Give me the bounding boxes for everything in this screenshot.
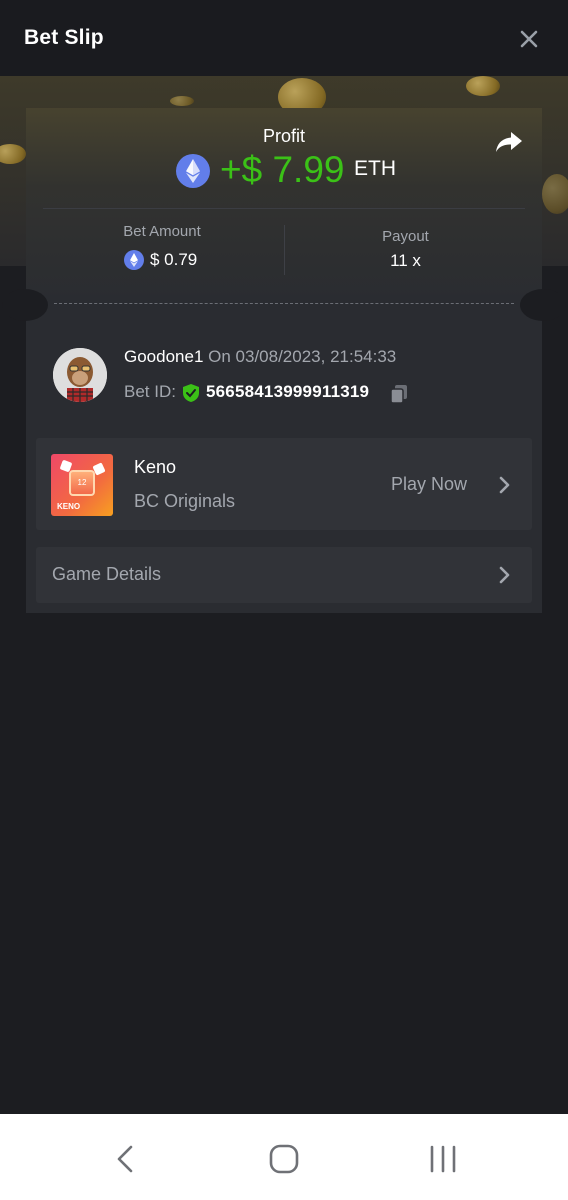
- divider: [43, 208, 525, 209]
- ticket-notch: [520, 289, 566, 321]
- payout-value: 11 x: [390, 251, 421, 270]
- game-details-label: Game Details: [52, 564, 162, 584]
- game-details-row[interactable]: Game Details: [36, 547, 532, 603]
- chevron-right-icon[interactable]: [498, 475, 512, 495]
- nav-home-icon[interactable]: [264, 1142, 304, 1176]
- game-card[interactable]: 12 KENO Keno BC Originals Play Now: [36, 438, 532, 530]
- username[interactable]: Goodone1: [124, 347, 203, 366]
- shield-check-icon: [183, 384, 199, 402]
- dashed-divider: [54, 303, 514, 304]
- android-nav-bar: [0, 1114, 568, 1200]
- eth-icon: [176, 154, 210, 188]
- game-provider: BC Originals: [134, 491, 236, 511]
- bet-id-value: 56658413999911319: [206, 382, 370, 401]
- coin-decoration: [170, 96, 194, 106]
- nav-back-icon[interactable]: [105, 1142, 145, 1176]
- close-icon[interactable]: [514, 24, 544, 54]
- chevron-right-icon[interactable]: [498, 565, 512, 585]
- coin-decoration: [542, 174, 568, 214]
- keno-thumb-label: KENO: [57, 502, 81, 511]
- copy-icon[interactable]: [388, 383, 410, 405]
- page-title: Bet Slip: [24, 26, 104, 49]
- game-name: Keno: [134, 457, 177, 477]
- coin-decoration: [466, 76, 500, 96]
- payout-label: Payout: [382, 228, 429, 245]
- keno-tile: 12: [69, 470, 95, 496]
- avatar[interactable]: [53, 348, 107, 402]
- nav-recents-icon[interactable]: [423, 1142, 463, 1176]
- coin-decoration: [0, 144, 26, 164]
- bet-amount-text: $ 0.79: [150, 250, 198, 269]
- header: Bet Slip: [0, 0, 568, 76]
- share-icon[interactable]: [494, 130, 524, 156]
- eth-icon: [124, 250, 144, 270]
- ape-avatar-icon: [53, 348, 107, 402]
- keno-thumbnail: 12 KENO: [51, 454, 113, 516]
- profit-label: Profit: [262, 126, 305, 146]
- ticket-notch: [2, 289, 48, 321]
- profit-amount: +$ 7.99: [220, 149, 345, 190]
- bet-id-label: Bet ID:: [124, 382, 176, 401]
- profit-currency: ETH: [354, 157, 396, 180]
- bet-amount-label: Bet Amount: [123, 223, 201, 240]
- user-line: Goodone1 On 03/08/2023, 21:54:33: [124, 347, 396, 367]
- divider: [284, 225, 285, 275]
- play-now-button[interactable]: Play Now: [391, 474, 467, 495]
- bet-slip-card: Profit +$ 7.99 ETH Bet Amount $ 0.79 Pay…: [2, 108, 566, 613]
- bet-date: On 03/08/2023, 21:54:33: [208, 347, 397, 366]
